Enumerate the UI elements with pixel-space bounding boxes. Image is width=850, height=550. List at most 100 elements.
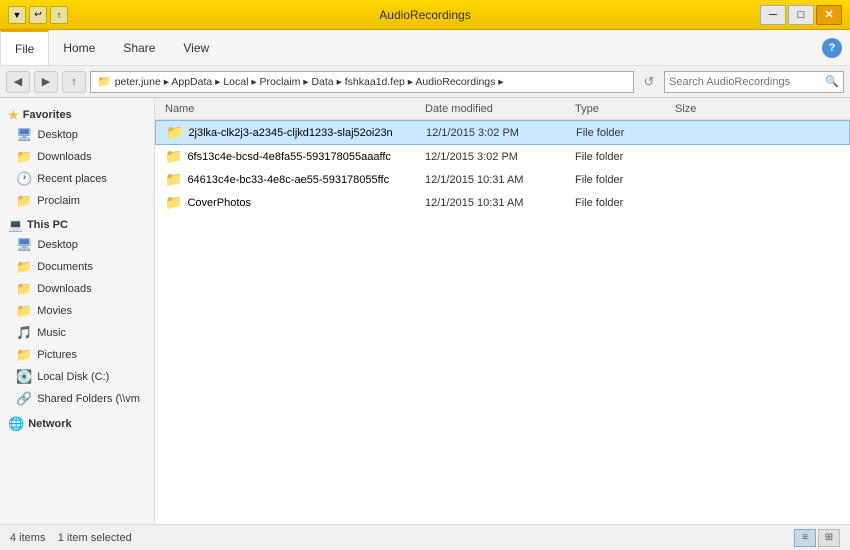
sidebar-item-downloads-label: Downloads: [37, 151, 91, 163]
sidebar-item-music-label: Music: [37, 327, 66, 339]
file-name-text-3: 64613c4e-bc33-4e8c-ae55-593178055ffc: [187, 174, 389, 186]
view-buttons: ≡ ⊞: [794, 529, 840, 547]
item-count-text: 4 items: [10, 532, 45, 544]
file-row-4[interactable]: 📁 CoverPhotos 12/1/2015 10:31 AM File fo…: [155, 191, 850, 214]
close-button[interactable]: ✕: [816, 5, 842, 25]
file-name-text-2: 6fs13c4e-bcsd-4e8fa55-593178055aaaffc: [187, 151, 390, 163]
recent-icon: 🕐: [16, 171, 32, 187]
proclaim-icon: 📁: [16, 193, 32, 209]
sidebar-item-downloads[interactable]: 📁 Downloads: [0, 146, 154, 168]
file-list: Name Date modified Type Size 📁 2j3lka-cl…: [155, 98, 850, 524]
sidebar-item-pictures[interactable]: 📁 Pictures: [0, 344, 154, 366]
sidebar-item-localdisk[interactable]: 💽 Local Disk (C:): [0, 366, 154, 388]
file-name-text-1: 2j3lka-clk2j3-a2345-cljkd1233-slaj52oi23…: [188, 127, 392, 139]
ribbon-tabs: File Home Share View: [0, 30, 223, 65]
back-button[interactable]: ◀: [6, 71, 30, 93]
sidebar-item-proclaim-label: Proclaim: [37, 195, 80, 207]
file-name-4: 📁 CoverPhotos: [165, 194, 425, 211]
folder-icon-3: 📁: [165, 171, 182, 188]
file-name-3: 📁 64613c4e-bc33-4e8c-ae55-593178055ffc: [165, 171, 425, 188]
sidebar: ★ Favorites 🖥 Desktop 📁 Downloads 🕐 Rece…: [0, 98, 155, 524]
tab-view[interactable]: View: [169, 30, 223, 65]
thispc-section: 💻 This PC 🖥 Desktop 📁 Documents 📁 Downlo…: [0, 214, 154, 410]
window-title: AudioRecordings: [379, 8, 470, 22]
view-btn-tiles[interactable]: ⊞: [818, 529, 840, 547]
network-section: 🌐 Network: [0, 412, 154, 434]
sidebar-item-movies-label: Movies: [37, 305, 72, 317]
file-name-2: 📁 6fs13c4e-bcsd-4e8fa55-593178055aaaffc: [165, 148, 425, 165]
file-type-4: File folder: [575, 197, 675, 209]
network-header[interactable]: 🌐 Network: [0, 412, 154, 434]
file-row-2[interactable]: 📁 6fs13c4e-bcsd-4e8fa55-593178055aaaffc …: [155, 145, 850, 168]
movies-icon: 📁: [16, 303, 32, 319]
music-icon: 🎵: [16, 325, 32, 341]
thispc-header[interactable]: 💻 This PC: [0, 214, 154, 234]
minimize-button[interactable]: ─: [760, 5, 786, 25]
favorites-section: ★ Favorites 🖥 Desktop 📁 Downloads 🕐 Rece…: [0, 104, 154, 212]
downloads-icon: 📁: [16, 149, 32, 165]
network-icon: 🌐: [8, 416, 24, 432]
file-date-3: 12/1/2015 10:31 AM: [425, 174, 575, 186]
sidebar-item-recent[interactable]: 🕐 Recent places: [0, 168, 154, 190]
sidebar-item-documents[interactable]: 📁 Documents: [0, 256, 154, 278]
file-date-1: 12/1/2015 3:02 PM: [426, 127, 576, 139]
file-type-2: File folder: [575, 151, 675, 163]
search-icon[interactable]: 🔍: [825, 75, 839, 88]
file-type-1: File folder: [576, 127, 676, 139]
main-layout: ★ Favorites 🖥 Desktop 📁 Downloads 🕐 Rece…: [0, 98, 850, 524]
col-header-size[interactable]: Size: [675, 103, 840, 115]
sidebar-item-desktop2[interactable]: 🖥 Desktop: [0, 234, 154, 256]
favorites-label: Favorites: [23, 109, 72, 121]
sidebar-item-music[interactable]: 🎵 Music: [0, 322, 154, 344]
sidebar-item-desktop-label: Desktop: [38, 129, 78, 141]
quick-access: ▼ ↩ ↑: [8, 6, 68, 24]
sidebar-item-downloads2[interactable]: 📁 Downloads: [0, 278, 154, 300]
forward-button[interactable]: ▶: [34, 71, 58, 93]
sidebar-item-documents-label: Documents: [37, 261, 93, 273]
view-btn-details[interactable]: ≡: [794, 529, 816, 547]
file-name-text-4: CoverPhotos: [187, 197, 251, 209]
file-row-3[interactable]: 📁 64613c4e-bc33-4e8c-ae55-593178055ffc 1…: [155, 168, 850, 191]
file-row-1[interactable]: 📁 2j3lka-clk2j3-a2345-cljkd1233-slaj52oi…: [155, 120, 850, 145]
address-path[interactable]: 📁 peter.june ▸ AppData ▸ Local ▸ Proclai…: [90, 71, 634, 93]
col-header-date[interactable]: Date modified: [425, 103, 575, 115]
search-box: 🔍: [664, 71, 844, 93]
favorites-header[interactable]: ★ Favorites: [0, 104, 154, 124]
up-button[interactable]: ↑: [62, 71, 86, 93]
desktop2-icon: 🖥: [16, 237, 33, 253]
status-bar: 4 items 1 item selected ≡ ⊞: [0, 524, 850, 550]
sidebar-item-movies[interactable]: 📁 Movies: [0, 300, 154, 322]
downloads2-icon: 📁: [16, 281, 32, 297]
sidebar-item-pictures-label: Pictures: [37, 349, 77, 361]
shared-icon: 🔗: [16, 391, 32, 407]
col-header-type[interactable]: Type: [575, 103, 675, 115]
sidebar-item-desktop[interactable]: 🖥 Desktop: [0, 124, 154, 146]
quick-access-btn-1[interactable]: ▼: [8, 6, 26, 24]
sidebar-item-desktop2-label: Desktop: [38, 239, 78, 251]
address-bar: ◀ ▶ ↑ 📁 peter.june ▸ AppData ▸ Local ▸ P…: [0, 66, 850, 98]
desktop-icon: 🖥: [16, 127, 33, 143]
localdisk-icon: 💽: [16, 369, 32, 385]
maximize-button[interactable]: □: [788, 5, 814, 25]
tab-home[interactable]: Home: [49, 30, 109, 65]
tab-file[interactable]: File: [0, 30, 49, 65]
quick-access-btn-2[interactable]: ↩: [29, 6, 47, 24]
file-date-4: 12/1/2015 10:31 AM: [425, 197, 575, 209]
title-bar: ▼ ↩ ↑ AudioRecordings ─ □ ✕: [0, 0, 850, 30]
refresh-button[interactable]: ↺: [638, 71, 660, 93]
sidebar-item-shared[interactable]: 🔗 Shared Folders (\\vm: [0, 388, 154, 410]
quick-access-btn-3[interactable]: ↑: [50, 6, 68, 24]
path-drive-icon: 📁: [97, 75, 111, 88]
sidebar-item-proclaim[interactable]: 📁 Proclaim: [0, 190, 154, 212]
thispc-icon: 💻: [8, 218, 23, 232]
status-item-count: 4 items 1 item selected: [10, 532, 132, 544]
col-header-name[interactable]: Name: [165, 103, 425, 115]
selected-count-text: 1 item selected: [58, 532, 132, 544]
file-type-3: File folder: [575, 174, 675, 186]
search-input[interactable]: [669, 76, 825, 88]
sidebar-item-downloads2-label: Downloads: [37, 283, 91, 295]
tab-share[interactable]: Share: [109, 30, 169, 65]
favorites-star-icon: ★: [8, 108, 19, 122]
file-date-2: 12/1/2015 3:02 PM: [425, 151, 575, 163]
help-button[interactable]: ?: [822, 38, 842, 58]
